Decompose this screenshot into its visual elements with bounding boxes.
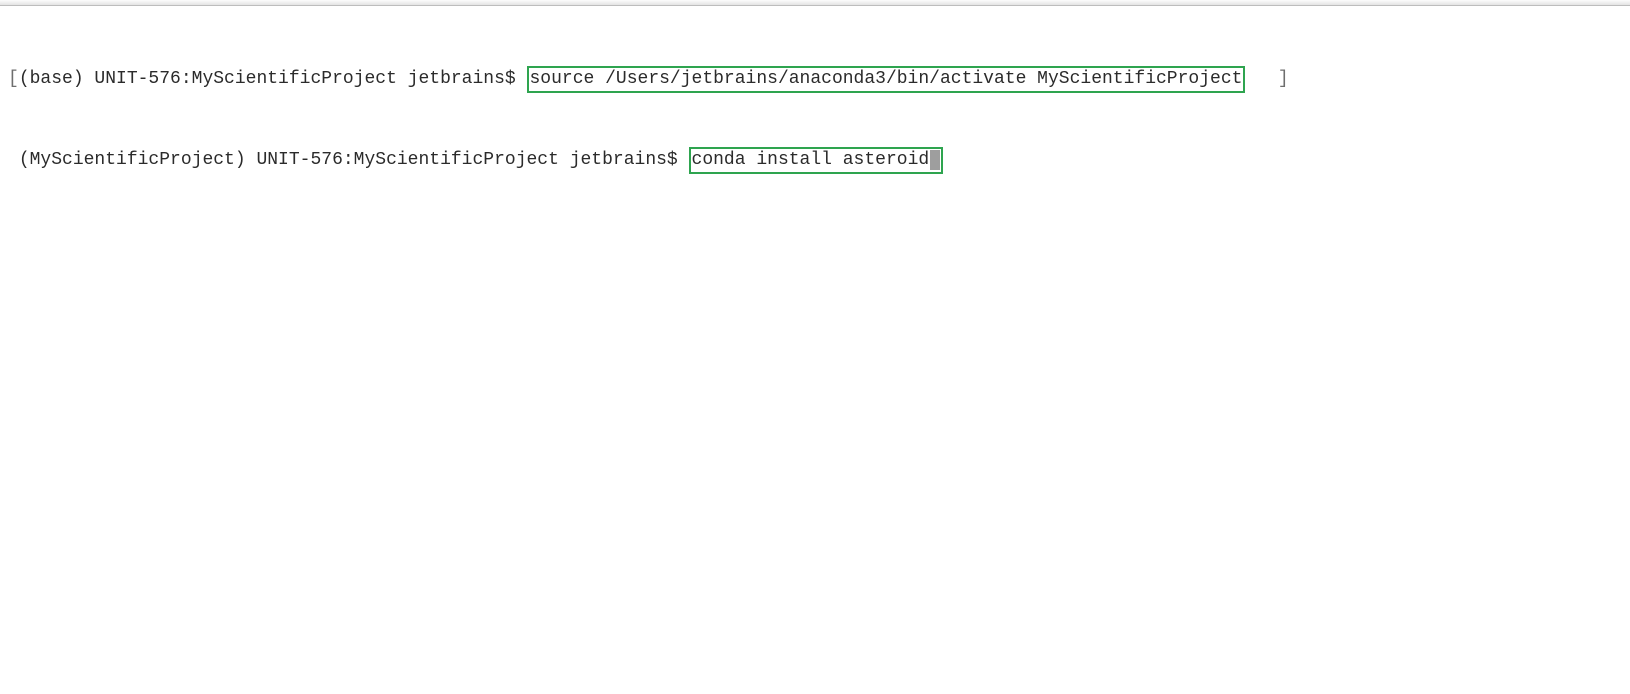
terminal-line-2: (MyScientificProject) UNIT-576:MyScienti… [8,147,1622,174]
shell-prompt: (base) UNIT-576:MyScientificProject jetb… [19,69,527,89]
terminal-output[interactable]: [(base) UNIT-576:MyScientificProject jet… [0,6,1630,209]
bracket-open: [ [8,69,19,89]
terminal-line-1: [(base) UNIT-576:MyScientificProject jet… [8,66,1622,93]
gap [1245,69,1277,89]
command-text: conda install asteroid [692,150,930,170]
bracket-open [8,150,19,170]
shell-prompt: (MyScientificProject) UNIT-576:MyScienti… [19,150,689,170]
command-highlight: conda install asteroid [689,147,944,174]
command-highlight: source /Users/jetbrains/anaconda3/bin/ac… [527,66,1246,93]
bracket-close: ] [1278,69,1289,89]
cursor-block [930,150,940,170]
